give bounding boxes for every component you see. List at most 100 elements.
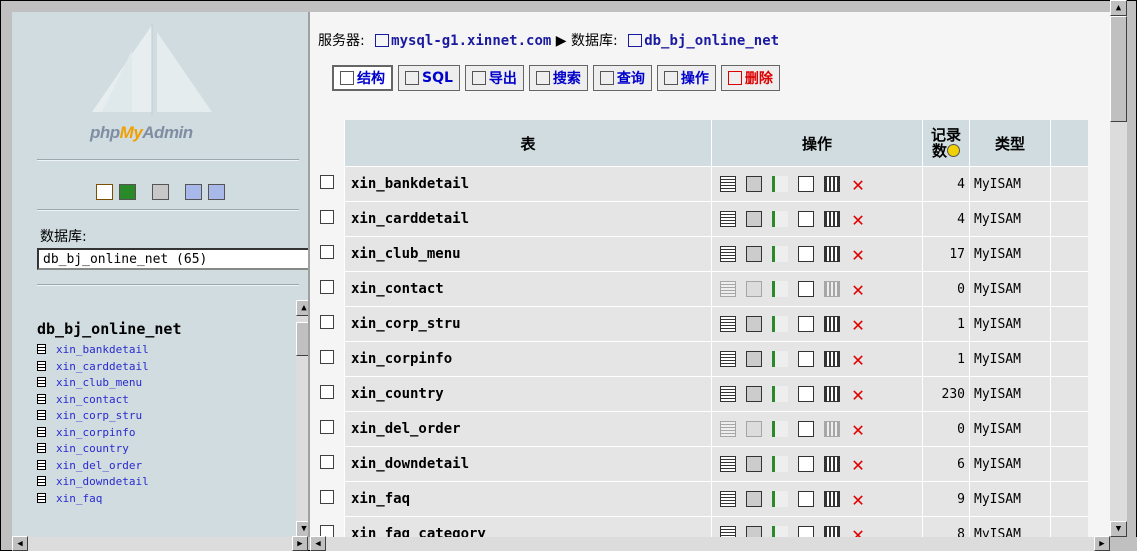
empty-table-icon[interactable] bbox=[824, 281, 840, 297]
tree-table-link[interactable]: xin_corpinfo bbox=[56, 426, 135, 439]
browse-icon[interactable] bbox=[720, 421, 736, 437]
tab-search[interactable]: 搜索 bbox=[528, 65, 588, 91]
select-icon[interactable] bbox=[746, 386, 762, 402]
tree-table-link[interactable]: xin_club_menu bbox=[56, 376, 142, 389]
insert-icon[interactable] bbox=[772, 386, 788, 402]
select-icon[interactable] bbox=[746, 246, 762, 262]
tree-table-item[interactable]: xin_corpinfo bbox=[37, 425, 149, 442]
scroll-thumb[interactable] bbox=[296, 322, 308, 356]
insert-icon[interactable] bbox=[772, 246, 788, 262]
table-name[interactable]: xin_contact bbox=[344, 271, 711, 306]
row-checkbox[interactable] bbox=[320, 209, 334, 224]
tree-table-link[interactable]: xin_corp_stru bbox=[56, 409, 142, 422]
tree-db-title[interactable]: db_bj_online_net bbox=[37, 320, 182, 338]
nav-vertical-scrollbar[interactable]: ▲ ▼ bbox=[296, 300, 308, 537]
empty-table-icon[interactable] bbox=[824, 316, 840, 332]
tree-table-link[interactable]: xin_downdetail bbox=[56, 475, 149, 488]
drop-table-icon[interactable]: ✕ bbox=[850, 524, 866, 537]
tree-table-item[interactable]: xin_corp_stru bbox=[37, 408, 149, 425]
browse-icon[interactable] bbox=[720, 316, 736, 332]
drop-table-icon[interactable]: ✕ bbox=[850, 244, 866, 264]
browse-icon[interactable] bbox=[720, 526, 736, 537]
scroll-down-icon[interactable]: ▼ bbox=[296, 521, 308, 537]
drop-table-icon[interactable]: ✕ bbox=[850, 174, 866, 194]
tree-table-item[interactable]: xin_bankdetail bbox=[37, 342, 149, 359]
select-icon[interactable] bbox=[746, 421, 762, 437]
scroll-left-icon[interactable]: ◀ bbox=[310, 536, 326, 551]
tree-table-link[interactable]: xin_bankdetail bbox=[56, 343, 149, 356]
table-name[interactable]: xin_downdetail bbox=[344, 446, 711, 481]
tree-table-link[interactable]: xin_carddetail bbox=[56, 360, 149, 373]
insert-icon[interactable] bbox=[772, 491, 788, 507]
docs-icon[interactable] bbox=[184, 184, 202, 200]
select-icon[interactable] bbox=[746, 281, 762, 297]
scroll-right-icon[interactable]: ▶ bbox=[292, 536, 308, 551]
tab-structure[interactable]: 结构 bbox=[332, 65, 393, 91]
insert-icon[interactable] bbox=[772, 211, 788, 227]
row-checkbox[interactable] bbox=[320, 454, 334, 469]
database-link[interactable]: db_bj_online_net bbox=[644, 33, 779, 49]
drop-table-icon[interactable]: ✕ bbox=[850, 454, 866, 474]
drop-table-icon[interactable]: ✕ bbox=[850, 419, 866, 439]
browse-icon[interactable] bbox=[720, 351, 736, 367]
database-select[interactable]: db_bj_online_net (65) bbox=[37, 248, 308, 270]
sql-docs-icon[interactable] bbox=[207, 184, 225, 200]
tree-table-item[interactable]: xin_carddetail bbox=[37, 359, 149, 376]
tree-table-item[interactable]: xin_contact bbox=[37, 392, 149, 409]
scroll-left-icon[interactable]: ◀ bbox=[12, 536, 28, 551]
tree-table-item[interactable]: xin_faq bbox=[37, 491, 149, 508]
properties-icon[interactable] bbox=[798, 456, 814, 472]
scroll-right-icon[interactable]: ▶ bbox=[1094, 536, 1110, 551]
tree-table-item[interactable]: xin_country bbox=[37, 441, 149, 458]
tree-table-item[interactable]: xin_downdetail bbox=[37, 474, 149, 491]
insert-icon[interactable] bbox=[772, 421, 788, 437]
properties-icon[interactable] bbox=[798, 246, 814, 262]
properties-icon[interactable] bbox=[798, 526, 814, 537]
table-name[interactable]: xin_del_order bbox=[344, 411, 711, 446]
properties-icon[interactable] bbox=[798, 421, 814, 437]
row-checkbox[interactable] bbox=[320, 489, 334, 504]
select-icon[interactable] bbox=[746, 176, 762, 192]
drop-table-icon[interactable]: ✕ bbox=[850, 279, 866, 299]
properties-icon[interactable] bbox=[798, 211, 814, 227]
insert-icon[interactable] bbox=[772, 176, 788, 192]
browse-icon[interactable] bbox=[720, 281, 736, 297]
empty-table-icon[interactable] bbox=[824, 386, 840, 402]
select-icon[interactable] bbox=[746, 491, 762, 507]
phpmyadmin-logo[interactable]: phpMyAdmin bbox=[12, 12, 308, 147]
empty-table-icon[interactable] bbox=[824, 526, 840, 537]
tab-query[interactable]: 查询 bbox=[592, 65, 652, 91]
tree-table-link[interactable]: xin_del_order bbox=[56, 459, 142, 472]
properties-icon[interactable] bbox=[798, 176, 814, 192]
row-checkbox[interactable] bbox=[320, 279, 334, 294]
tree-table-link[interactable]: xin_faq bbox=[56, 492, 102, 505]
browse-icon[interactable] bbox=[720, 211, 736, 227]
empty-table-icon[interactable] bbox=[824, 176, 840, 192]
drop-table-icon[interactable]: ✕ bbox=[850, 384, 866, 404]
nav-horizontal-scrollbar[interactable]: ◀ ▶ bbox=[12, 536, 308, 551]
drop-table-icon[interactable]: ✕ bbox=[850, 209, 866, 229]
properties-icon[interactable] bbox=[798, 386, 814, 402]
table-name[interactable]: xin_corpinfo bbox=[344, 341, 711, 376]
tree-table-link[interactable]: xin_contact bbox=[56, 393, 129, 406]
row-checkbox[interactable] bbox=[320, 314, 334, 329]
select-icon[interactable] bbox=[746, 456, 762, 472]
insert-icon[interactable] bbox=[772, 456, 788, 472]
empty-table-icon[interactable] bbox=[824, 491, 840, 507]
table-name[interactable]: xin_country bbox=[344, 376, 711, 411]
tab-sql[interactable]: SQL bbox=[398, 65, 460, 91]
table-name[interactable]: xin_corp_stru bbox=[344, 306, 711, 341]
table-name[interactable]: xin_faq bbox=[344, 481, 711, 516]
main-horizontal-scrollbar[interactable]: ◀ ▶ bbox=[310, 536, 1110, 551]
properties-icon[interactable] bbox=[798, 281, 814, 297]
server-link[interactable]: mysql-g1.xinnet.com bbox=[391, 33, 551, 49]
scroll-up-icon[interactable]: ▲ bbox=[296, 300, 308, 316]
scroll-down-icon[interactable]: ▼ bbox=[1110, 521, 1127, 537]
browse-icon[interactable] bbox=[720, 456, 736, 472]
table-name[interactable]: xin_faq_category bbox=[344, 516, 711, 537]
select-icon[interactable] bbox=[746, 211, 762, 227]
insert-icon[interactable] bbox=[772, 526, 788, 537]
drop-table-icon[interactable]: ✕ bbox=[850, 349, 866, 369]
tab-operations[interactable]: 操作 bbox=[656, 65, 716, 91]
scroll-up-icon[interactable]: ▲ bbox=[1110, 0, 1127, 16]
